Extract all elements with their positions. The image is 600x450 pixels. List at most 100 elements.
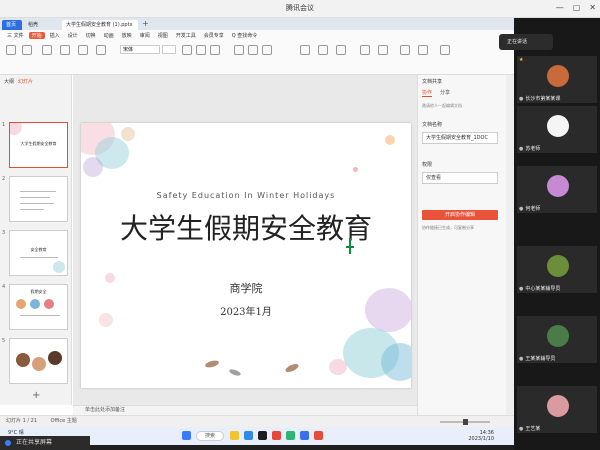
slide-thumbnail-1[interactable]: 大学生假期安全教育 [9,122,68,168]
replace-icon[interactable] [418,45,428,55]
thumb-title: 假期安全 [30,289,47,294]
thumb-decoration [44,299,54,309]
thumb-title: 安全教育 [30,247,47,252]
menu-bar: 三 文件 开始 插入 设计 切换 动画 放映 审阅 视图 开发工具 会员专享 Q… [0,30,514,41]
paste-icon[interactable] [6,45,16,55]
tab-share[interactable]: 分享 [440,89,450,97]
edge-icon[interactable] [244,431,253,440]
wps-tab-bar: 首页 稻壳 大学生假期安全教育 (1).pptx + [0,18,514,30]
slide-canvas: Safety Education In Winter Holidays 大学生假… [73,75,417,405]
tencent-meeting-icon[interactable] [300,431,309,440]
menu-developer[interactable]: 开发工具 [173,32,199,39]
menu-view[interactable]: 视图 [155,32,171,39]
menu-review[interactable]: 审阅 [137,32,153,39]
outline-icon[interactable] [378,45,388,55]
minimize-icon[interactable]: — [556,3,564,12]
participant-tile[interactable]: ● 苏老师 [517,106,597,153]
close-icon[interactable]: ✕ [589,3,596,12]
textbox-icon[interactable] [300,45,310,55]
slide-thumbnail-3[interactable]: 安全教育 [9,230,68,276]
wps-icon[interactable] [272,431,281,440]
fill-icon[interactable] [360,45,370,55]
bold-icon[interactable] [182,45,192,55]
align-right-icon[interactable] [262,45,272,55]
start-collaboration-button[interactable]: 开启协作编辑 [422,210,498,220]
align-center-icon[interactable] [248,45,258,55]
share-label: 正在共享屏幕 [16,439,53,446]
menu-transition[interactable]: 切换 [83,32,99,39]
tab-collaborate[interactable]: 协作 [422,89,433,97]
font-family-select[interactable]: 宋体 [120,45,160,54]
menu-design[interactable]: 设计 [65,32,81,39]
underline-icon[interactable] [210,45,220,55]
slide[interactable]: Safety Education In Winter Holidays 大学生假… [81,123,411,388]
tab-document[interactable]: 大学生假期安全教育 (1).pptx [62,20,138,30]
meeting-title-bar: 腾讯会议 — ▢ ✕ [0,0,600,18]
slide-date[interactable]: 2023年1月 [81,303,411,318]
slide-thumbnail-2[interactable] [9,176,68,222]
tab-docer[interactable]: 稻壳 [24,20,60,30]
participant-tile[interactable]: ● 王某某辅导员 [517,316,597,363]
participant-tile[interactable]: ● 王艺某 [517,386,597,433]
watercolor-decoration [353,167,358,172]
notes-pane[interactable]: 单击此处添加备注 [73,405,417,415]
participant-tile[interactable]: ● 中心某某辅导员 [517,246,597,293]
participant-name: ● 王艺某 [519,426,541,432]
participant-list: ★ ● 长沙市第某某课 ● 苏老师 ● 何老师 ● 中心某某辅导员 ● 王某某辅导员 ● 王… [514,18,600,450]
participant-tile[interactable]: ● 何老师 [517,166,597,213]
watercolor-decoration [83,157,103,177]
reset-icon[interactable] [78,45,88,55]
font-size-select[interactable] [162,45,176,54]
tab-outline[interactable]: 大纲 [4,78,14,85]
thumb-text-line [20,315,60,316]
thumb-decoration [16,299,26,309]
wechat-icon[interactable] [286,431,295,440]
maximize-icon[interactable]: ▢ [573,3,581,12]
italic-icon[interactable] [196,45,206,55]
shape-icon[interactable] [318,45,328,55]
menu-insert[interactable]: 插入 [47,32,63,39]
speaking-indicator[interactable]: 正在讲话 [499,34,553,50]
slide-title[interactable]: 大学生假期安全教育 [81,207,411,247]
new-slide-icon[interactable] [42,45,52,55]
menu-home[interactable]: 开始 [28,32,45,39]
store-icon[interactable] [258,431,267,440]
slide-subtitle[interactable]: Safety Education In Winter Holidays [81,191,411,200]
align-left-icon[interactable] [234,45,244,55]
find-icon[interactable] [400,45,410,55]
permission-select[interactable]: 仅查看 [422,172,498,184]
menu-search[interactable]: Q 查找命令 [229,32,261,39]
participant-tile[interactable]: ★ ● 长沙市第某某课 [517,56,597,103]
start-icon[interactable] [182,431,191,440]
thumb-decoration [10,123,22,135]
file-explorer-icon[interactable] [230,431,239,440]
add-slide-button[interactable]: + [32,390,40,401]
doc-name-field[interactable]: 大学生假期安全教育_1DOC [422,132,498,144]
zoom-slider-handle[interactable] [463,419,468,425]
section-icon[interactable] [96,45,106,55]
menu-member[interactable]: 会员专享 [201,32,227,39]
app-icon[interactable] [314,431,323,440]
leaf-decoration [228,368,242,377]
tab-home[interactable]: 首页 [2,20,22,30]
menu-slideshow[interactable]: 放映 [119,32,135,39]
layout-icon[interactable] [60,45,70,55]
tab-slides[interactable]: 幻灯片 [18,78,33,85]
slide-thumbnail-4[interactable]: 假期安全 [9,284,68,330]
shared-screen: 首页 稻壳 大学生假期安全教育 (1).pptx + 三 文件 开始 插入 设计… [0,18,514,445]
arrange-icon[interactable] [336,45,346,55]
clock: 14:36 2023/1/10 [468,430,494,442]
menu-file[interactable]: 三 文件 [4,32,27,39]
side-toolbar[interactable] [506,75,514,415]
slide-thumbnail-5[interactable] [9,338,68,384]
menu-animation[interactable]: 动画 [101,32,117,39]
taskbar-search[interactable]: 搜索 [196,431,224,441]
select-icon[interactable] [440,45,450,55]
format-painter-icon[interactable] [22,45,32,55]
new-tab-icon[interactable]: + [142,19,149,28]
slide-school[interactable]: 商学院 [81,280,411,296]
screen-share-indicator[interactable]: 正在共享屏幕 [0,436,90,450]
watercolor-decoration [121,127,135,141]
slide-number: 1 [2,122,6,128]
weather-widget[interactable]: 9°C 晴 [8,429,24,436]
